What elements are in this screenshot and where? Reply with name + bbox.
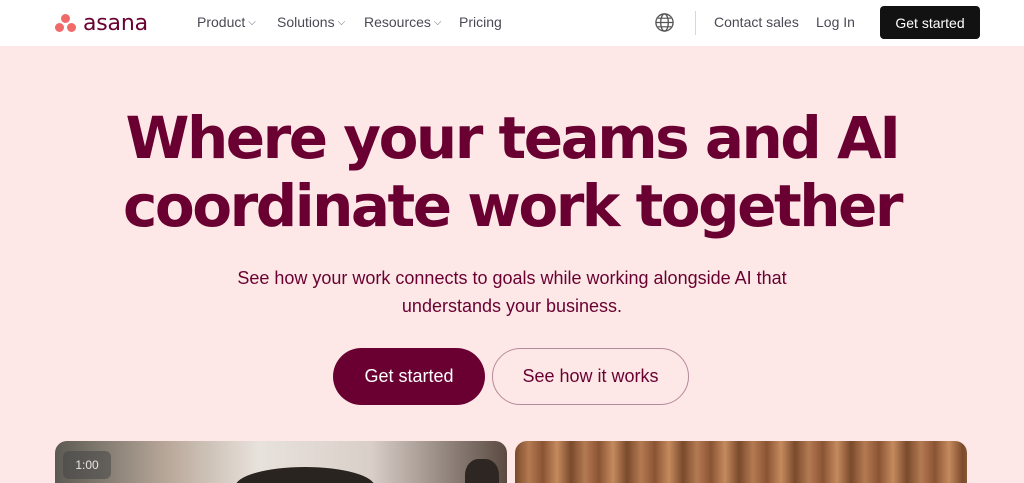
hero-subtitle: See how your work connects to goals whil…: [212, 264, 812, 320]
top-navigation: asana Product ⌵ Solutions ⌵ Resources ⌵ …: [0, 0, 1024, 46]
hero-title-line-2: coordinate work together: [123, 172, 903, 240]
chevron-down-icon: ⌵: [433, 16, 442, 28]
globe-icon[interactable]: [654, 12, 675, 33]
chevron-down-icon: ⌵: [248, 16, 256, 28]
asana-logo-icon: [55, 14, 77, 32]
chevron-down-icon: ⌵: [337, 16, 346, 28]
nav-item-product[interactable]: Product ⌵: [197, 14, 256, 30]
video-thumbnail-person: [465, 459, 499, 483]
video-timestamp: 1:00: [63, 451, 111, 479]
hero-title: Where your teams and AI coordinate work …: [0, 104, 1024, 240]
log-in-link[interactable]: Log In: [816, 14, 855, 30]
nav-item-pricing[interactable]: Pricing: [459, 14, 502, 30]
hero-title-line-1: Where your teams and AI: [125, 104, 901, 172]
video-card-left[interactable]: 1:00: [55, 441, 507, 483]
nav-item-solutions[interactable]: Solutions ⌵: [277, 14, 345, 30]
nav-item-resources[interactable]: Resources ⌵: [364, 14, 442, 30]
nav-item-label: Pricing: [459, 14, 502, 30]
nav-divider: [695, 11, 696, 35]
image-card-right: [515, 441, 967, 483]
nav-item-label: Solutions: [277, 14, 335, 30]
hero-subtitle-line-2: understands your business.: [401, 296, 623, 316]
hero-get-started-button[interactable]: Get started: [333, 348, 485, 405]
video-thumbnail-person: [235, 467, 375, 483]
see-how-it-works-button[interactable]: See how it works: [492, 348, 689, 405]
asana-logo[interactable]: asana: [55, 10, 148, 36]
nav-item-label: Resources: [364, 14, 431, 30]
contact-sales-link[interactable]: Contact sales: [714, 14, 799, 30]
nav-get-started-button[interactable]: Get started: [880, 6, 980, 39]
nav-item-label: Product: [197, 14, 246, 30]
brand-name: asana: [83, 10, 148, 36]
hero-subtitle-line-1: See how your work connects to goals whil…: [237, 268, 787, 288]
